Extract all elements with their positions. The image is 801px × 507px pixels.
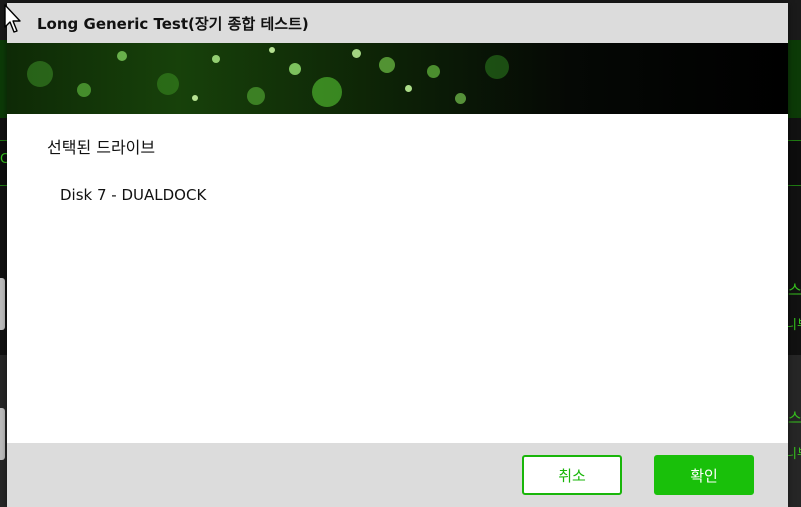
dialog-banner-image: [7, 43, 788, 114]
background-text: 스: [788, 281, 801, 299]
bokeh-particle: [27, 61, 53, 87]
selected-drive-name: Disk 7 - DUALDOCK: [60, 186, 207, 204]
cancel-button[interactable]: 취소: [522, 455, 622, 495]
bokeh-particle: [77, 83, 91, 97]
bokeh-particle: [192, 95, 198, 101]
bokeh-particle: [269, 47, 275, 53]
bokeh-particle: [405, 85, 412, 92]
background-left-handle: [0, 278, 5, 330]
bokeh-particle: [247, 87, 265, 105]
dialog-content: 선택된 드라이브 Disk 7 - DUALDOCK: [7, 114, 788, 400]
bokeh-particle: [212, 55, 220, 63]
dialog-title: Long Generic Test(장기 종합 테스트): [37, 14, 309, 33]
background-left-handle: [0, 408, 5, 460]
dialog-footer: 취소 확인: [7, 443, 788, 507]
bokeh-particle: [312, 77, 342, 107]
bokeh-particle: [427, 65, 440, 78]
selected-drive-label: 선택된 드라이브: [47, 138, 156, 157]
long-generic-test-dialog: Long Generic Test(장기 종합 테스트) 선택된 드라이브 Di…: [7, 3, 788, 507]
bokeh-particle: [352, 49, 361, 58]
bokeh-particle: [455, 93, 466, 104]
background-text: 스: [788, 409, 801, 427]
dialog-titlebar[interactable]: Long Generic Test(장기 종합 테스트): [7, 3, 788, 43]
bokeh-particle: [485, 55, 509, 79]
bokeh-particle: [379, 57, 395, 73]
mouse-pointer-icon: [4, 4, 21, 33]
bokeh-particle: [157, 73, 179, 95]
bokeh-particle: [289, 63, 301, 75]
ok-button[interactable]: 확인: [654, 455, 754, 495]
bokeh-particle: [117, 51, 127, 61]
